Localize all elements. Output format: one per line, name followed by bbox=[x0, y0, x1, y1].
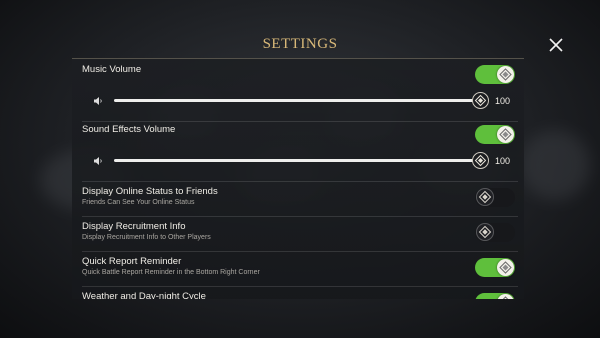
toggle-knob bbox=[497, 66, 514, 83]
toggle-knob bbox=[476, 188, 494, 206]
setting-row-quick-report: Quick Report Reminder Quick Battle Repor… bbox=[82, 251, 518, 287]
weather-toggle[interactable] bbox=[475, 293, 515, 299]
setting-description: Quick Battle Report Reminder in the Bott… bbox=[82, 269, 260, 276]
setting-description: Friends Can See Your Online Status bbox=[82, 199, 195, 206]
settings-panel: Music Volume 100 Sound Effects Volume 10… bbox=[72, 58, 524, 299]
setting-label: Quick Report Reminder bbox=[82, 256, 182, 267]
online-status-toggle[interactable] bbox=[475, 188, 515, 207]
speaker-icon bbox=[94, 157, 102, 165]
sfx-volume-slider-handle[interactable] bbox=[472, 152, 489, 169]
diamond-knob-icon bbox=[474, 94, 487, 107]
setting-label: Weather and Day-night Cycle bbox=[82, 291, 206, 299]
close-button[interactable] bbox=[547, 36, 565, 54]
setting-row-music-volume: Music Volume 100 bbox=[82, 59, 518, 122]
recruitment-toggle[interactable] bbox=[475, 223, 515, 242]
setting-description: Display Recruitment Info to Other Player… bbox=[82, 234, 211, 241]
page-title: SETTINGS bbox=[262, 36, 338, 52]
music-volume-value: 100 bbox=[495, 96, 511, 106]
music-volume-slider-track[interactable] bbox=[114, 99, 480, 102]
diamond-knob-icon bbox=[499, 261, 512, 274]
setting-row-recruitment: Display Recruitment Info Display Recruit… bbox=[82, 216, 518, 252]
sfx-volume-value: 100 bbox=[495, 156, 511, 166]
diamond-knob-icon bbox=[474, 154, 487, 167]
toggle-knob bbox=[497, 294, 514, 299]
diamond-knob-icon bbox=[502, 296, 509, 299]
close-icon bbox=[549, 38, 563, 52]
sfx-volume-toggle[interactable] bbox=[475, 125, 515, 144]
diamond-knob-icon bbox=[478, 225, 492, 239]
toggle-knob bbox=[497, 126, 514, 143]
setting-label: Music Volume bbox=[82, 64, 142, 75]
quick-report-toggle[interactable] bbox=[475, 258, 515, 277]
music-volume-toggle[interactable] bbox=[475, 65, 515, 84]
setting-row-weather: Weather and Day-night Cycle bbox=[82, 286, 518, 299]
speaker-icon bbox=[94, 97, 102, 105]
diamond-knob-icon bbox=[478, 190, 492, 204]
diamond-knob-icon bbox=[499, 68, 512, 81]
setting-label: Display Recruitment Info bbox=[82, 221, 186, 232]
setting-row-online-status: Display Online Status to Friends Friends… bbox=[82, 181, 518, 217]
music-volume-slider-handle[interactable] bbox=[472, 92, 489, 109]
setting-label: Display Online Status to Friends bbox=[82, 186, 218, 197]
setting-label: Sound Effects Volume bbox=[82, 124, 176, 135]
toggle-knob bbox=[497, 259, 514, 276]
sfx-volume-slider-track[interactable] bbox=[114, 159, 480, 162]
toggle-knob bbox=[476, 223, 494, 241]
diamond-knob-icon bbox=[499, 128, 512, 141]
setting-row-sfx-volume: Sound Effects Volume 100 bbox=[82, 121, 518, 182]
